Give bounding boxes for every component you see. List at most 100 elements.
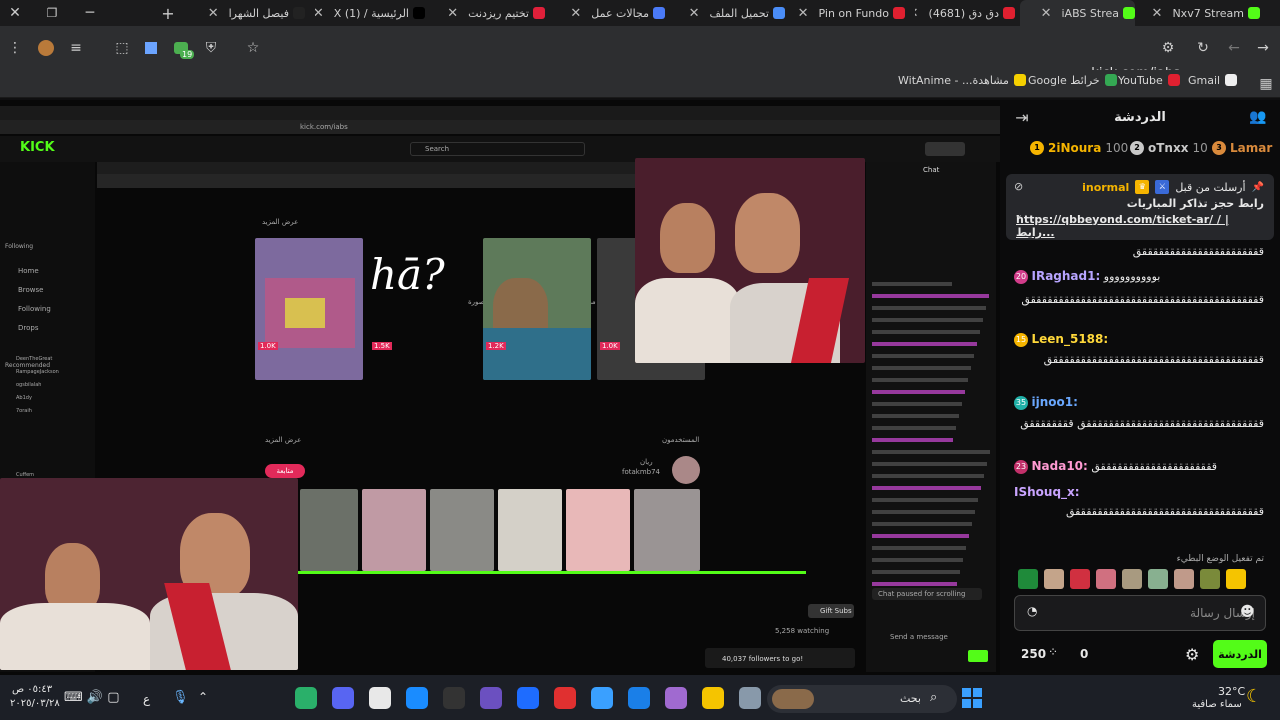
back-icon[interactable]: → xyxy=(1253,38,1273,58)
taskbar-app-icon[interactable] xyxy=(332,687,354,709)
taskbar-app-icon[interactable] xyxy=(739,687,761,709)
chat-username[interactable]: ijnoo1: xyxy=(1032,395,1078,409)
search-icon: ⌕ xyxy=(930,690,938,705)
emote-icon[interactable] xyxy=(1122,569,1142,589)
taskbar-app-icon[interactable] xyxy=(406,687,428,709)
close-tab-icon[interactable]: ✕ xyxy=(315,6,324,21)
start-button[interactable] xyxy=(962,688,982,708)
bookmark-star-icon[interactable]: ☆ xyxy=(243,38,263,58)
expand-pin-icon[interactable]: ⌄ xyxy=(1014,208,1023,221)
unpin-icon[interactable]: ⊘ xyxy=(1014,180,1023,193)
chat-username[interactable]: IRaghad1: xyxy=(1032,269,1101,283)
taskbar-app-icon[interactable] xyxy=(443,687,465,709)
tab-7[interactable]: دق دق (4681) ✕ xyxy=(915,0,1015,26)
emote-icon[interactable] xyxy=(1174,569,1194,589)
close-tab-icon[interactable]: ✕ xyxy=(1152,6,1163,21)
send-chat-button[interactable]: الدردشة xyxy=(1213,640,1267,668)
emote-icon[interactable] xyxy=(1018,569,1038,589)
taskbar-app-icon[interactable] xyxy=(628,687,650,709)
profile-avatar[interactable] xyxy=(36,38,56,58)
chat-username[interactable]: Leen_5188: xyxy=(1032,332,1109,346)
inner-sidebar-item: Drops xyxy=(18,324,39,332)
shield-icon[interactable]: ⛨ xyxy=(201,38,221,58)
taskbar-app-icon[interactable] xyxy=(665,687,687,709)
restore-window-icon[interactable]: ❐ xyxy=(42,3,62,23)
close-tab-icon[interactable]: ✕ xyxy=(915,6,919,21)
clock-date[interactable]: ٢٠٢٥/٠٣/٢٨ xyxy=(10,698,60,709)
viewer-count-badge: 1.0K xyxy=(600,342,620,350)
forward-icon[interactable]: ← xyxy=(1224,38,1244,58)
chat-username[interactable]: Nada10: xyxy=(1032,459,1088,473)
emote-icon[interactable] xyxy=(1096,569,1116,589)
site-settings-icon[interactable]: ⚙ xyxy=(1158,38,1178,58)
close-tab-icon[interactable]: ✕ xyxy=(798,6,809,21)
taskbar-app-icon[interactable] xyxy=(480,687,502,709)
taskbar-app-icon[interactable] xyxy=(554,687,576,709)
close-tab-icon[interactable]: ✕ xyxy=(447,6,458,21)
top-gifter[interactable]: 2 oTnxx 10 xyxy=(1130,141,1208,155)
bookmark-witanime[interactable]: مشاهدة... - WitAnime xyxy=(898,72,1026,88)
slow-mode-notice: تم تفعيل الوضع البطيء xyxy=(1176,554,1264,564)
tab-3[interactable]: تختيم ريزدنت ✕ xyxy=(435,0,545,26)
chat-username[interactable]: IShouq_x: xyxy=(1014,485,1080,499)
tab-9[interactable]: Nxv7 Stream ✕ xyxy=(1140,0,1260,26)
inner-chat-line xyxy=(872,474,984,478)
tab-2[interactable]: الرئيسية / X (1) ✕ xyxy=(315,0,425,26)
inner-gift-subs: Gift Subs xyxy=(820,607,852,615)
bookmark-maps[interactable]: خرائط Google xyxy=(1028,72,1117,88)
bookmark-gmail[interactable]: Gmail xyxy=(1188,72,1238,88)
microphone-icon[interactable]: 🎙 xyxy=(172,690,189,705)
tab-5[interactable]: تحميل الملف ✕ xyxy=(675,0,785,26)
tab-4[interactable]: مجالات عمل ✕ xyxy=(555,0,665,26)
emote-icon[interactable] xyxy=(1226,569,1246,589)
taskbar-app-icon[interactable] xyxy=(295,687,317,709)
emoji-icon[interactable]: ☻ xyxy=(1240,604,1255,620)
close-tab-icon[interactable]: ✕ xyxy=(570,6,581,21)
chat-settings-icon[interactable]: ⚙ xyxy=(1185,645,1199,664)
close-tab-icon[interactable]: ✕ xyxy=(689,6,700,21)
clock-time[interactable]: ٠٥:٤٣ ص xyxy=(12,684,52,695)
channel-points[interactable]: 0 xyxy=(1080,647,1088,661)
top-gifter[interactable]: 1 2iNoura 100 xyxy=(1030,141,1128,155)
tab-1[interactable]: فيصل الشهرا ✕ xyxy=(195,0,305,26)
close-window-icon[interactable]: ✕ xyxy=(5,3,25,23)
taskbar-app-icon[interactable] xyxy=(369,687,391,709)
media-control-icon[interactable]: ≡ xyxy=(66,38,86,58)
extension-icon[interactable] xyxy=(141,38,161,58)
emote-icon[interactable] xyxy=(1044,569,1064,589)
tab-8[interactable]: iABS Strea ✕ xyxy=(1020,0,1135,26)
taskbar-app-icon[interactable] xyxy=(591,687,613,709)
emote-icon[interactable] xyxy=(1148,569,1168,589)
streamer-cam-top xyxy=(635,158,865,363)
menu-icon[interactable]: ⋮ xyxy=(5,38,25,58)
points-icon: ⁘ xyxy=(1048,645,1059,659)
weather-desc[interactable]: سماء صافية xyxy=(1192,699,1242,710)
top-gifter[interactable]: 3 Lamar xyxy=(1212,141,1276,155)
close-tab-icon[interactable]: ✕ xyxy=(1041,6,1052,21)
apps-icon[interactable]: ▦ xyxy=(1256,74,1276,94)
extensions-icon[interactable]: ⬚ xyxy=(112,38,132,58)
reload-icon[interactable]: ↻ xyxy=(1193,38,1213,58)
emote-icon[interactable] xyxy=(1200,569,1220,589)
pinned-message[interactable]: 📌 أرسلت من قبل ⚔ ♛ inormal رابط حجز تذاك… xyxy=(1006,174,1274,240)
video-player[interactable]: kick.com/iabs KICK Search Home Browse Foll… xyxy=(0,100,1000,675)
kick-points[interactable]: 250 xyxy=(1021,647,1046,661)
tab-6[interactable]: Pin on Fundo ✕ xyxy=(795,0,905,26)
users-icon[interactable]: 👥 xyxy=(1248,107,1268,127)
chat-input[interactable]: إرسال رسالة xyxy=(1014,595,1266,631)
close-tab-icon[interactable]: ✕ xyxy=(208,6,219,21)
pinned-link[interactable]: https://qbbeyond.com/ticket-ar/ / | رابط… xyxy=(1016,213,1264,239)
new-tab-icon[interactable]: + xyxy=(158,3,178,23)
taskbar-app-icon[interactable] xyxy=(702,687,724,709)
pinned-user[interactable]: inormal xyxy=(1082,181,1129,194)
tray-expand-icon[interactable]: ⌃ xyxy=(198,690,208,704)
tray-icons[interactable]: ⌨ 🔊 ▢ xyxy=(64,690,120,705)
language-indicator[interactable]: ع xyxy=(143,692,150,706)
emote-icon[interactable] xyxy=(1070,569,1090,589)
bookmark-youtube[interactable]: YouTube xyxy=(1118,72,1180,88)
timer-icon[interactable]: ◔ xyxy=(1027,604,1037,618)
minimize-window-icon[interactable]: ─ xyxy=(80,3,100,23)
moderator-badge-icon: ⚔ xyxy=(1155,180,1170,194)
weather-temp[interactable]: 32°C xyxy=(1218,685,1245,698)
taskbar-app-icon[interactable] xyxy=(517,687,539,709)
